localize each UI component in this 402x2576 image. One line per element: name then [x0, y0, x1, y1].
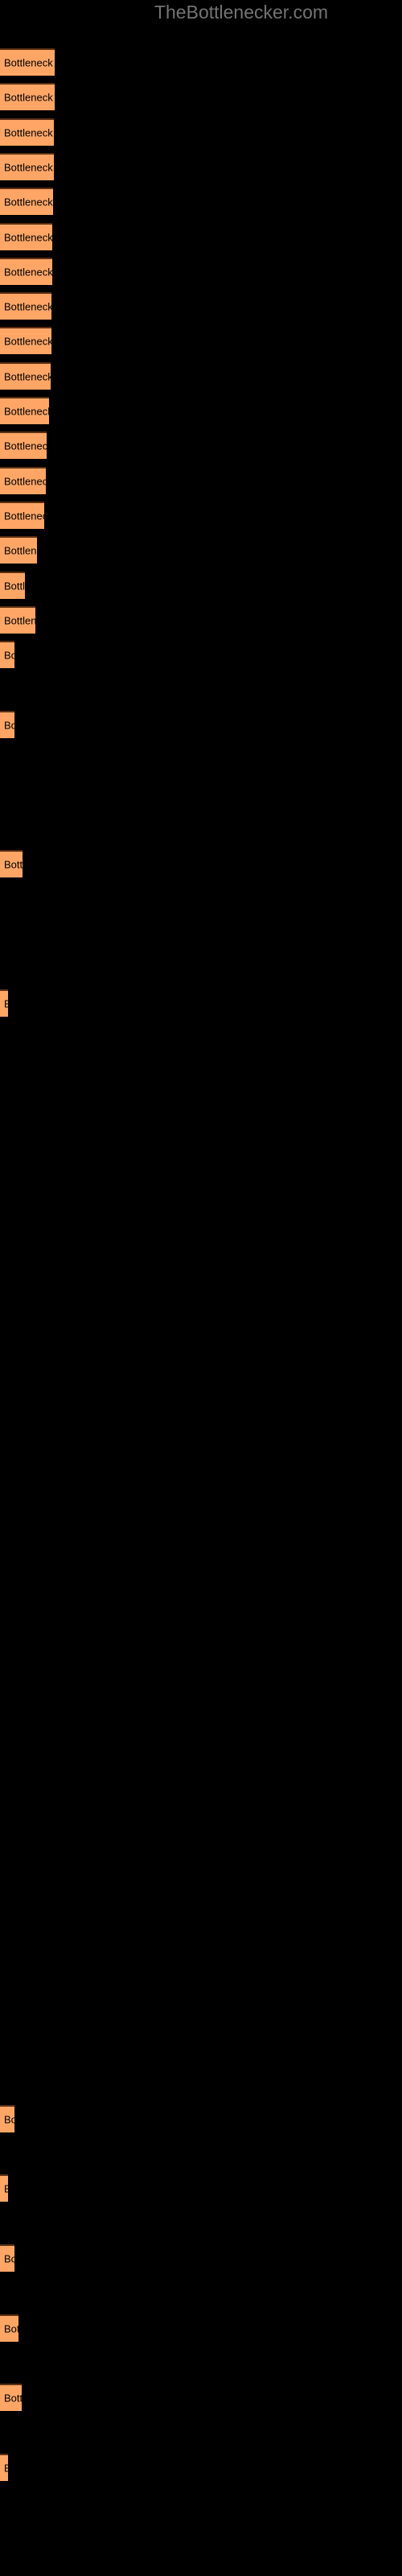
chart-bar: Bottleneck result — [0, 571, 25, 599]
chart-bar: Bottleneck result — [0, 501, 44, 529]
chart-bar-label: Bottleneck result — [4, 300, 51, 313]
chart-bar: Bottleneck result — [0, 152, 54, 180]
chart-bar: Bottleneck result — [0, 361, 51, 390]
chart-bar-label: Bottleneck result — [4, 161, 54, 174]
chart-bar: Bottleneck result — [0, 327, 51, 355]
chart-bar: Bottleneck result — [0, 2314, 18, 2342]
chart-bar-label: Bottleneck result — [4, 266, 52, 279]
chart-bar-label: Bottleneck result — [4, 405, 49, 418]
chart-bar-label: Bottleneck result — [4, 998, 8, 1010]
chart-bar: Bottleneck result — [0, 257, 52, 285]
chart-bar-label: Bottleneck result — [4, 614, 35, 627]
chart-bar-label: Bottleneck result — [4, 2322, 18, 2334]
chart-bar-label: Bottleneck result — [4, 544, 37, 557]
chart-bar: Bottleneck result — [0, 397, 49, 424]
bar-chart: Bottleneck result Bottleneck result Bottle… — [0, 0, 402, 2576]
chart-bar-label: Bottleneck result — [4, 56, 55, 69]
chart-bar: Bottleneck result — [0, 431, 47, 460]
chart-bar: Bottleneck result — [0, 83, 55, 111]
chart-bar: Bottleneck result — [0, 188, 53, 216]
chart-bar-label: Bottleneck result — [4, 370, 51, 383]
chart-bar: Bottleneck result — [0, 849, 23, 877]
chart-bar: Bottleneck result — [0, 605, 35, 634]
chart-bar: Bottleneck result — [0, 536, 37, 564]
chart-bar: Bottleneck result — [0, 710, 14, 738]
chart-bar: Bottleneck result — [0, 641, 14, 669]
chart-bar-label: Bottleneck result — [4, 91, 55, 104]
chart-bar-label: Bottleneck result — [4, 126, 54, 139]
chart-bar: Bottleneck result — [0, 466, 46, 494]
chart-bar: Bottleneck result — [0, 2104, 14, 2132]
chart-bar-label: Bottleneck result — [4, 440, 47, 452]
chart-bar-label: Bottleneck result — [4, 2462, 8, 2474]
chart-bar: Bottleneck result — [0, 222, 52, 250]
chart-bar: Bottleneck result — [0, 2453, 8, 2481]
chart-bar-label: Bottleneck result — [4, 580, 25, 592]
chart-bar-label: Bottleneck result — [4, 475, 46, 488]
chart-bar-label: Bottleneck result — [4, 2252, 14, 2265]
chart-bar-label: Bottleneck result — [4, 231, 52, 243]
chart-bar: Bottleneck result — [0, 989, 8, 1018]
chart-bar: Bottleneck result — [0, 292, 51, 320]
chart-bar: Bottleneck result — [0, 2174, 8, 2202]
chart-bar: Bottleneck result — [0, 118, 54, 146]
chart-bar-label: Bottleneck result — [4, 2113, 14, 2126]
chart-bar: Bottleneck result — [0, 2244, 14, 2272]
chart-bar-label: Bottleneck result — [4, 196, 53, 208]
chart-bar-label: Bottleneck result — [4, 719, 14, 732]
chart-bar-label: Bottleneck result — [4, 2392, 22, 2405]
chart-bar-label: Bottleneck result — [4, 649, 14, 662]
chart-bar-label: Bottleneck result — [4, 858, 23, 871]
chart-bar: Bottleneck result — [0, 2384, 22, 2412]
chart-bar: Bottleneck result — [0, 48, 55, 76]
chart-bar-label: Bottleneck result — [4, 2183, 8, 2195]
chart-bar-label: Bottleneck result — [4, 510, 44, 522]
chart-bar-label: Bottleneck result — [4, 335, 51, 348]
